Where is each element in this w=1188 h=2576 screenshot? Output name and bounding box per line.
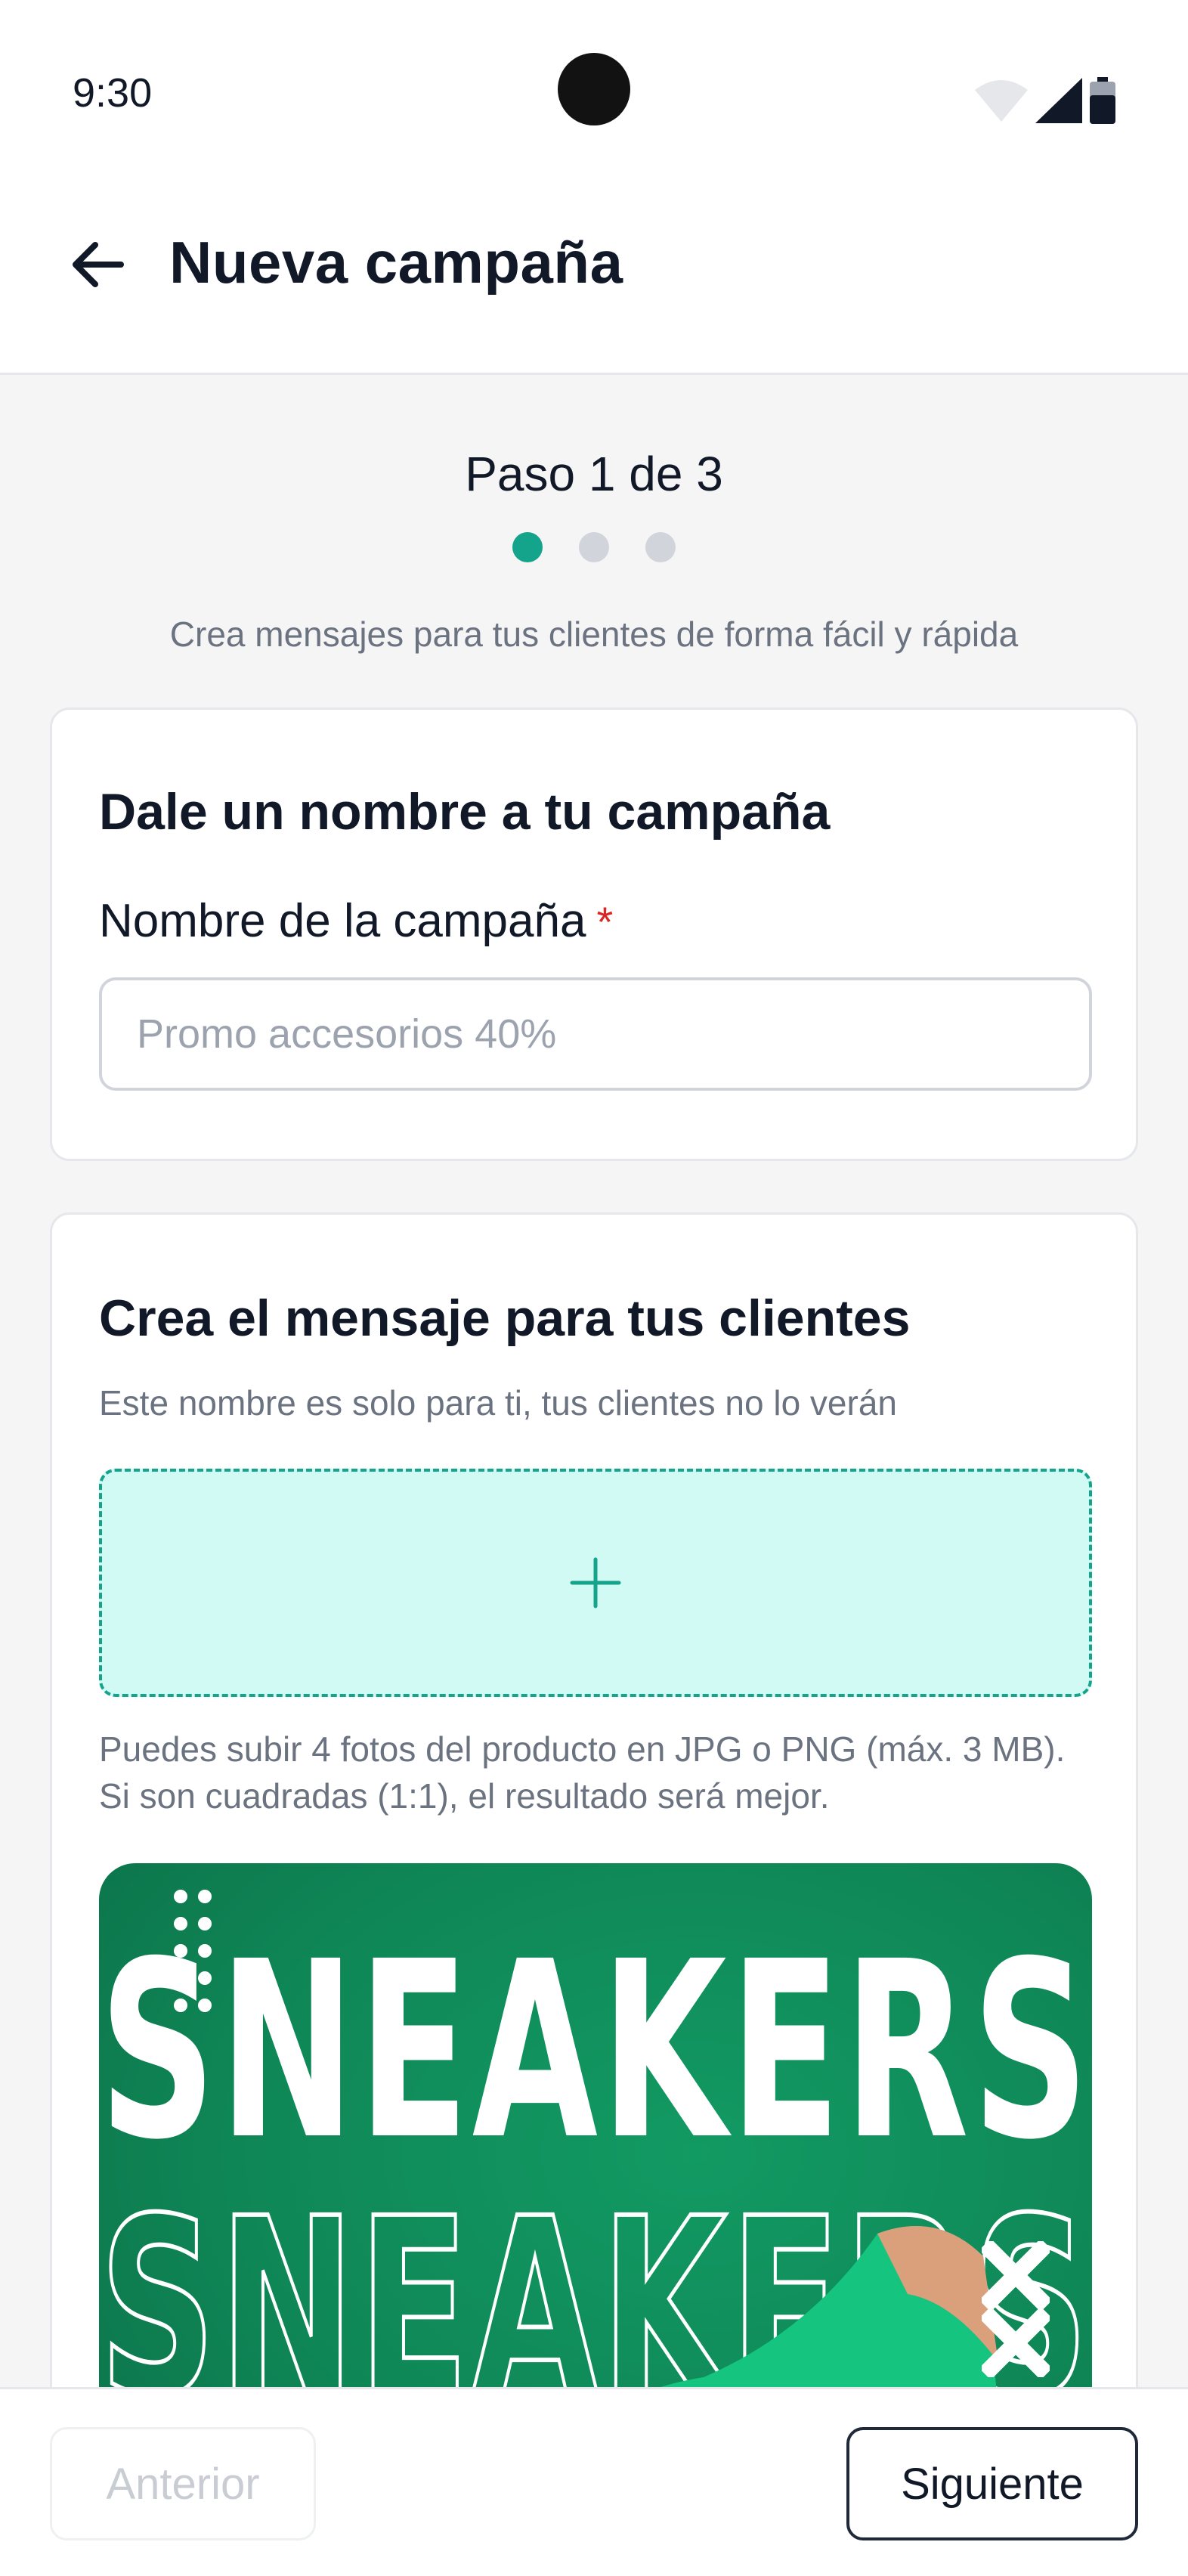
status-icons <box>975 76 1115 125</box>
plus-icon <box>570 1557 621 1608</box>
wifi-icon <box>975 80 1028 122</box>
status-time: 9:30 <box>73 70 153 116</box>
x-marks-decoration <box>982 2241 1050 2377</box>
page-title: Nueva campaña <box>169 229 623 296</box>
signal-icon <box>1035 78 1082 123</box>
step-subtitle: Crea mensajes para tus clientes de forma… <box>169 615 1019 654</box>
campaign-name-label: Nombre de la campaña * <box>99 894 613 948</box>
step-dot-2 <box>579 532 609 562</box>
campaign-name-card-title: Dale un nombre a tu campaña <box>99 783 831 841</box>
front-camera <box>558 53 630 125</box>
step-dot-1-active <box>512 532 543 562</box>
next-button[interactable]: Siguiente <box>846 2427 1138 2540</box>
step-dots <box>0 532 1188 562</box>
back-button[interactable] <box>59 227 135 302</box>
wizard-footer: Anterior Siguiente <box>0 2387 1188 2576</box>
message-card-title: Crea el mensaje para tus clientes <box>99 1290 911 1347</box>
upload-help-text: Puedes subir 4 fotos del producto en JPG… <box>99 1729 1066 1816</box>
required-mark: * <box>596 898 614 946</box>
step-indicator-label: Paso 1 de 3 <box>465 447 723 501</box>
step-dot-3 <box>645 532 676 562</box>
preview-headline: SNEAKERS <box>99 1909 1092 2194</box>
campaign-name-label-text: Nombre de la campaña <box>99 895 586 947</box>
app-header: Nueva campaña <box>0 189 1188 375</box>
message-card: Crea el mensaje para tus clientes Este n… <box>50 1212 1138 2535</box>
campaign-name-card: Dale un nombre a tu campaña Nombre de la… <box>50 707 1138 1161</box>
arrow-left-icon <box>73 242 124 287</box>
campaign-name-input[interactable] <box>99 977 1092 1091</box>
message-card-subtitle: Este nombre es solo para ti, tus cliente… <box>99 1383 898 1423</box>
previous-button[interactable]: Anterior <box>50 2427 316 2540</box>
photo-upload-dropzone[interactable] <box>99 1469 1092 1697</box>
battery-icon <box>1090 77 1115 124</box>
status-bar: 9:30 <box>0 0 1188 189</box>
